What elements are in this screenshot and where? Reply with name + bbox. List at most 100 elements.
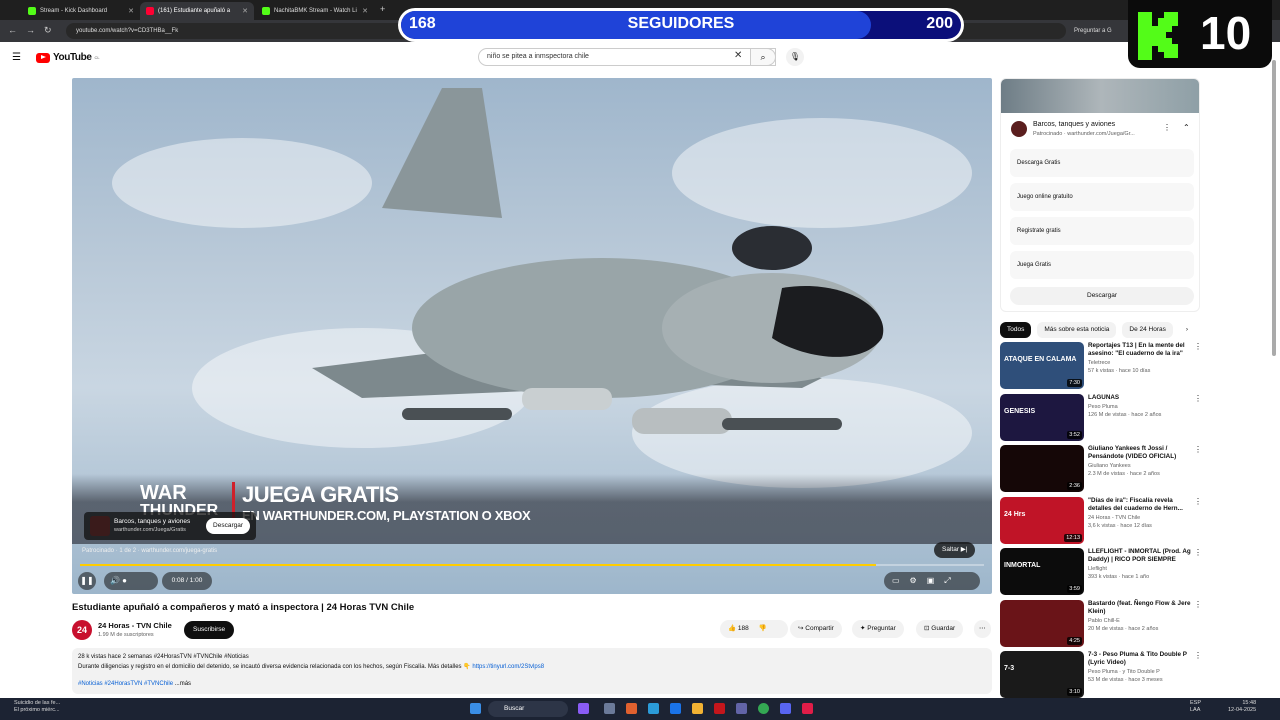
edge-icon[interactable]	[648, 703, 659, 714]
like-dislike-button[interactable]: 👍 188 👎	[720, 620, 788, 638]
task-view-icon[interactable]	[604, 703, 615, 714]
recommendation-title[interactable]: 7-3 - Peso Pluma & Tito Double P (Lyric …	[1088, 651, 1192, 667]
description-link[interactable]: https://tinyurl.com/2Stvlps8	[472, 664, 544, 670]
netflix-icon[interactable]	[714, 703, 725, 714]
video-thumbnail[interactable]: GENESIS 3:52	[1000, 393, 1084, 441]
chevron-right-icon[interactable]: ›	[1179, 322, 1195, 338]
windows-start-icon[interactable]	[470, 703, 481, 714]
ad-sitelink[interactable]: Juega Gratis	[1010, 251, 1194, 279]
tab-youtube-video[interactable]: (161) Estudiante apuñaló a ✕	[140, 2, 254, 20]
sidebar-ad-download-button[interactable]: Descargar	[1010, 287, 1194, 305]
recommendation-channel[interactable]: Pablo Chill-E	[1088, 618, 1120, 624]
close-tab-icon[interactable]: ✕	[362, 7, 368, 15]
recommendation-channel[interactable]: Giuliano Yankees	[1088, 463, 1131, 469]
save-button[interactable]: ⊡ Guardar	[916, 620, 964, 638]
show-more-link[interactable]: ...más	[175, 681, 191, 687]
more-options-icon[interactable]: ⋮	[1194, 600, 1202, 609]
tab-kick-stream[interactable]: NachitaBMK Stream - Watch Li ✕	[256, 2, 374, 20]
microphone-icon[interactable]: 🎙	[786, 48, 804, 66]
recommendation-item[interactable]: 4:25 Bastardo (feat. Ñengo Flow & Jere Kl…	[1000, 599, 1202, 648]
description-tags[interactable]: #Noticias #24HorasTVN #TVNChile	[78, 681, 173, 687]
reload-icon[interactable]: ↻	[44, 25, 52, 36]
recommendation-title[interactable]: Giuliano Yankees ft Jossi / Pensándote (…	[1088, 445, 1192, 461]
more-actions-icon[interactable]: ⋯	[974, 620, 991, 638]
more-options-icon[interactable]: ⋮	[1194, 497, 1202, 506]
sidebar-ad-banner[interactable]	[1001, 79, 1199, 113]
thumbs-down-icon[interactable]: 👎	[759, 625, 767, 632]
clear-search-icon[interactable]: ✕	[734, 50, 742, 61]
collapse-icon[interactable]: ⌃	[1183, 123, 1190, 132]
ask-gemini-button[interactable]: Preguntar a G	[1074, 23, 1112, 39]
ad-card[interactable]: Barcos, tanques y aviones warthunder.com…	[84, 512, 256, 540]
video-thumbnail[interactable]: 4:25	[1000, 599, 1084, 647]
share-button[interactable]: ↪ Compartir	[790, 620, 842, 638]
recommendation-item[interactable]: 7-3 3:10 7-3 - Peso Pluma & Tito Double P …	[1000, 651, 1202, 699]
recommendation-title[interactable]: "Días de ira": Fiscalía revela detalles …	[1088, 497, 1192, 513]
more-options-icon[interactable]: ⋮	[1194, 394, 1202, 403]
video-thumbnail[interactable]: 2:36	[1000, 445, 1084, 492]
ad-download-button[interactable]: Descargar	[206, 518, 250, 534]
recommendation-title[interactable]: LAGUNAS	[1088, 394, 1192, 402]
recommendation-channel[interactable]: Peso Pluma	[1088, 404, 1118, 410]
recommendation-channel[interactable]: Teletrece	[1088, 360, 1110, 366]
recommendation-channel[interactable]: Peso Pluma · y Tito Double P	[1088, 669, 1160, 675]
recommendation-item[interactable]: INMORTAL 3:59 LLEFLIGHT - INMORTAL (Prod. …	[1000, 548, 1202, 596]
channel-name[interactable]: 24 Horas - TVN Chile	[98, 621, 172, 630]
video-player[interactable]: WAR THUNDER JUEGA GRATIS EN WARTHUNDER.C…	[72, 78, 992, 594]
recommendation-channel[interactable]: Lleflight	[1088, 566, 1107, 572]
recommendation-title[interactable]: Bastardo (feat. Ñengo Flow & Jere Klein)	[1088, 600, 1192, 616]
search-input[interactable]: niño se pitea a inmspectora chile	[478, 48, 776, 66]
video-thumbnail[interactable]: INMORTAL 3:59	[1000, 548, 1084, 595]
obs-icon[interactable]	[802, 703, 813, 714]
chip-channel[interactable]: De 24 Horas	[1122, 322, 1173, 338]
recommendation-channel[interactable]: 24 Horas - TVN Chile	[1088, 515, 1140, 521]
more-options-icon[interactable]: ⋮	[1194, 651, 1202, 660]
app-icon[interactable]	[626, 703, 637, 714]
youtube-logo[interactable]: YouTube CL	[36, 52, 100, 63]
sidebar-ad-panel[interactable]: Barcos, tanques y aviones Patrocinado · …	[1000, 78, 1200, 312]
video-thumbnail[interactable]: 7-3 3:10	[1000, 651, 1084, 698]
recommendation-item[interactable]: ATAQUE EN CALAMA 7:30 Reportajes T13 | En …	[1000, 342, 1202, 390]
player-right-controls[interactable]: ▭⚙▣⤢	[884, 572, 980, 590]
close-tab-icon[interactable]: ✕	[128, 7, 134, 15]
recommendation-item[interactable]: 2:36 Giuliano Yankees ft Jossi / Pensándo…	[1000, 445, 1202, 493]
ask-button[interactable]: ✦ Preguntar	[852, 620, 904, 638]
language-indicator[interactable]: ESP LAA	[1190, 700, 1201, 714]
file-explorer-icon[interactable]	[692, 703, 703, 714]
more-options-icon[interactable]: ⋮	[1194, 548, 1202, 557]
skip-ad-button[interactable]: Saltar ▶|	[934, 542, 976, 558]
close-tab-icon[interactable]: ✕	[242, 7, 248, 15]
description-box[interactable]: 28 k vistas hace 2 semanas #24HorasTVN #…	[72, 648, 992, 694]
clock[interactable]: 15:48 12-04-2025	[1228, 700, 1256, 714]
pause-icon[interactable]: ❚❚	[78, 572, 96, 590]
video-thumbnail[interactable]: 24 Hrs 12:13	[1000, 496, 1084, 544]
store-icon[interactable]	[670, 703, 681, 714]
recommendation-title[interactable]: Reportajes T13 | En la mente del asesino…	[1088, 342, 1192, 358]
subscribe-button[interactable]: Suscribirse	[184, 621, 235, 639]
news-widget[interactable]: Suicidio de las fe... El próximo miérc..…	[14, 700, 60, 714]
chip-more-news[interactable]: Más sobre esta noticia	[1037, 322, 1117, 338]
more-options-icon[interactable]: ⋮	[1194, 342, 1202, 351]
new-tab-icon[interactable]: +	[380, 4, 385, 14]
more-options-icon[interactable]: ⋮	[1194, 445, 1202, 454]
ad-sitelink[interactable]: Juego online gratuito	[1010, 183, 1194, 211]
volume-control[interactable]: 🔊 ●	[104, 572, 158, 590]
widget-icon[interactable]	[578, 703, 589, 714]
progress-bar[interactable]	[80, 564, 984, 566]
menu-icon[interactable]: ☰	[12, 52, 21, 63]
ad-sitelink[interactable]: Descarga Gratis	[1010, 149, 1194, 177]
recommendation-item[interactable]: 24 Hrs 12:13 "Días de ira": Fiscalía revel…	[1000, 496, 1202, 545]
teams-icon[interactable]	[736, 703, 747, 714]
back-icon[interactable]: ←	[8, 25, 17, 35]
taskbar-search[interactable]: Buscar	[488, 701, 568, 717]
recommendation-title[interactable]: LLEFLIGHT - INMORTAL (Prod. Ag Daddy) | …	[1088, 548, 1192, 564]
recommendation-item[interactable]: GENESIS 3:52 LAGUNAS Peso Pluma 126 M de vis…	[1000, 393, 1202, 442]
search-button[interactable]: ⌕	[750, 48, 776, 66]
discord-icon[interactable]	[780, 703, 791, 714]
chip-all[interactable]: Todos	[1000, 322, 1032, 338]
ad-sitelink[interactable]: Registrate gratis	[1010, 217, 1194, 245]
chrome-icon[interactable]	[758, 703, 769, 714]
video-thumbnail[interactable]: ATAQUE EN CALAMA 7:30	[1000, 342, 1084, 389]
ad-menu-icon[interactable]: ⋮	[1163, 123, 1171, 132]
channel-avatar[interactable]: 24	[72, 620, 92, 640]
